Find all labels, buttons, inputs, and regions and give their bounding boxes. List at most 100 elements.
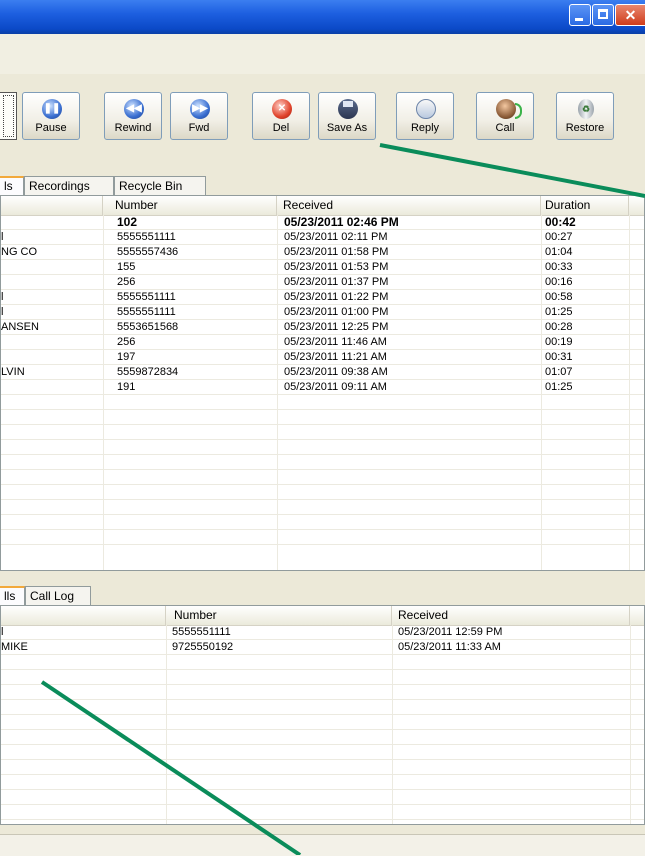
header-received[interactable]: Received (392, 606, 630, 625)
call-person-icon (496, 99, 522, 119)
table-row[interactable] (1, 745, 644, 760)
table-row[interactable]: l 5555551111 05/23/2011 12:59 PM (1, 625, 644, 640)
tab-missed-calls[interactable]: lls (0, 586, 25, 605)
header-name[interactable] (1, 196, 103, 215)
header-received[interactable]: Received (277, 196, 541, 215)
forward-label: Fwd (188, 122, 210, 134)
table-row[interactable]: l 5555551111 05/23/2011 01:00 PM 01:25 (1, 305, 644, 320)
table-row[interactable]: MIKE 9725550192 05/23/2011 11:33 AM (1, 640, 644, 655)
cell-received: 05/23/2011 02:11 PM (284, 231, 388, 243)
calls-table: Number Received Duration 102 05/23/2011 0… (0, 195, 645, 571)
recycle-bin-icon: ♻ (578, 99, 594, 119)
table-row[interactable] (1, 515, 644, 530)
table-row[interactable] (1, 395, 644, 410)
table-row[interactable] (1, 730, 644, 745)
minimize-icon (575, 18, 583, 21)
cell-name: l (1, 626, 4, 638)
pause-button[interactable]: ❚❚ Pause (22, 92, 80, 140)
delete-button[interactable]: ✕ Del (252, 92, 310, 140)
header-number[interactable]: Number (166, 606, 392, 625)
tab-recordings[interactable]: Recordings (24, 176, 114, 195)
table-row[interactable]: 197 05/23/2011 11:21 AM 00:31 (1, 350, 644, 365)
table-row[interactable]: 191 05/23/2011 09:11 AM 01:25 (1, 380, 644, 395)
table-row[interactable]: 102 05/23/2011 02:46 PM 00:42 (1, 215, 644, 230)
tab-recycle-bin[interactable]: Recycle Bin (114, 176, 206, 195)
horizontal-scrollbar[interactable] (0, 834, 645, 856)
forward-button[interactable]: ▶▶ Fwd (170, 92, 228, 140)
header-name[interactable] (1, 606, 166, 625)
rewind-label: Rewind (114, 122, 152, 134)
table-row[interactable] (1, 425, 644, 440)
table-row[interactable] (1, 805, 644, 820)
table-row[interactable]: l 5555551111 05/23/2011 02:11 PM 00:27 (1, 230, 644, 245)
cell-name: LVIN (1, 366, 25, 378)
call-button[interactable]: Call (476, 92, 534, 140)
table-row[interactable] (1, 775, 644, 790)
tab-call-log[interactable]: Call Log (25, 586, 91, 605)
reply-envelope-icon (416, 99, 436, 119)
cell-received: 05/23/2011 12:59 PM (398, 626, 503, 638)
table-row[interactable] (1, 440, 644, 455)
table-row[interactable] (1, 790, 644, 805)
maximize-button[interactable] (592, 4, 614, 26)
title-bar: ✕ (0, 0, 645, 34)
table-row[interactable]: 256 05/23/2011 01:37 PM 00:16 (1, 275, 644, 290)
cell-duration: 00:16 (545, 276, 573, 288)
table-row[interactable] (1, 655, 644, 670)
table-row[interactable] (1, 470, 644, 485)
restore-button[interactable]: ♻ Restore (556, 92, 614, 140)
cell-number: 5555551111 (172, 626, 231, 638)
cell-duration: 00:31 (545, 351, 573, 363)
minimize-button[interactable] (569, 4, 591, 26)
table-row[interactable]: 256 05/23/2011 11:46 AM 00:19 (1, 335, 644, 350)
header-number[interactable]: Number (103, 196, 277, 215)
cell-number: 5555551111 (117, 291, 176, 303)
save-as-button[interactable]: Save As (318, 92, 376, 140)
menu-bar (0, 34, 645, 75)
table-row[interactable]: l 5555551111 05/23/2011 01:22 PM 00:58 (1, 290, 644, 305)
cell-received: 05/23/2011 09:11 AM (284, 381, 387, 393)
restore-label: Restore (565, 122, 605, 134)
cell-received: 05/23/2011 01:58 PM (284, 246, 389, 258)
table-row[interactable] (1, 530, 644, 545)
table-row[interactable]: ANSEN 5553651568 05/23/2011 12:25 PM 00:28 (1, 320, 644, 335)
table-row[interactable] (1, 700, 644, 715)
maximize-icon (598, 9, 608, 19)
cell-received: 05/23/2011 11:33 AM (398, 641, 501, 653)
cell-name: l (1, 231, 4, 243)
table-row[interactable] (1, 685, 644, 700)
cell-name: NG CO (1, 246, 38, 258)
save-as-label: Save As (326, 122, 368, 134)
cell-duration: 01:25 (545, 381, 573, 393)
delete-label: Del (272, 122, 290, 134)
play-button-partial[interactable] (0, 92, 17, 140)
cell-number: 256 (117, 336, 136, 348)
table-row[interactable] (1, 760, 644, 775)
forward-icon: ▶▶ (190, 99, 210, 119)
header-duration[interactable]: Duration (541, 196, 629, 215)
table-row[interactable]: 155 05/23/2011 01:53 PM 00:33 (1, 260, 644, 275)
cell-received: 05/23/2011 12:25 PM (284, 321, 389, 333)
cell-number: 256 (117, 276, 136, 288)
table-row[interactable]: NG CO 5555557436 05/23/2011 01:58 PM 01:04 (1, 245, 644, 260)
header-extra (629, 196, 644, 215)
table-row[interactable] (1, 485, 644, 500)
cell-number: 9725550192 (172, 641, 234, 653)
table-row[interactable] (1, 715, 644, 730)
rewind-icon: ◀◀ (124, 99, 144, 119)
tab-calls[interactable]: ls (0, 176, 24, 195)
table-row[interactable]: LVIN 5559872834 05/23/2011 09:38 AM 01:07 (1, 365, 644, 380)
reply-button[interactable]: Reply (396, 92, 454, 140)
table-row[interactable] (1, 500, 644, 515)
table-row[interactable] (1, 455, 644, 470)
cell-number: 5559872834 (117, 366, 179, 378)
table-row[interactable] (1, 670, 644, 685)
table-row[interactable] (1, 410, 644, 425)
bottom-tab-strip: lls Call Log (0, 586, 645, 605)
close-button[interactable]: ✕ (615, 4, 645, 26)
cell-duration: 01:07 (545, 366, 573, 378)
call-label: Call (495, 122, 515, 134)
rewind-button[interactable]: ◀◀ Rewind (104, 92, 162, 140)
missed-calls-table: Number Received l 5555551111 05/23/2011 12… (0, 605, 645, 825)
close-icon: ✕ (624, 7, 637, 23)
